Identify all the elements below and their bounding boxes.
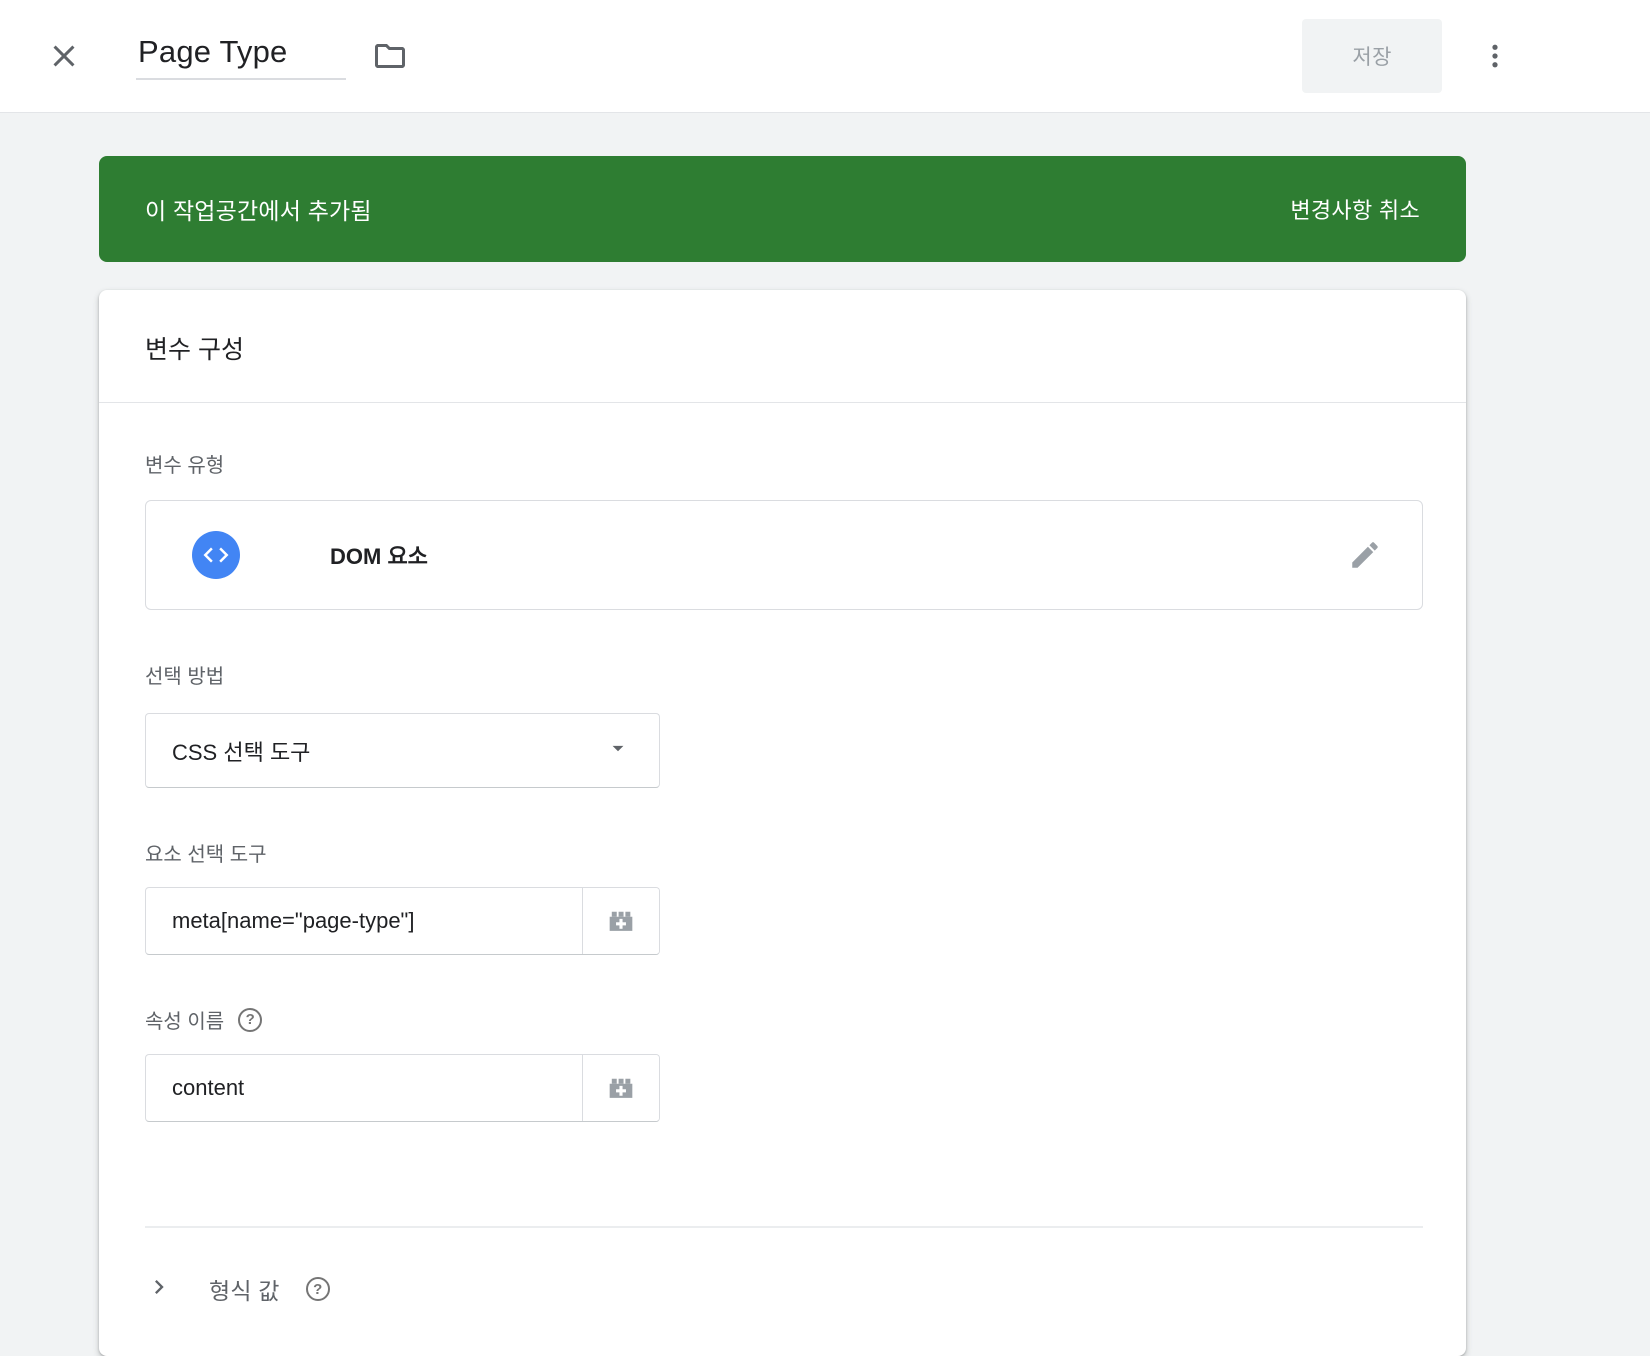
more-options-button[interactable]	[1474, 28, 1516, 84]
main-content: 이 작업공간에서 추가됨 변경사항 취소 변수 구성 변수 유형 DOM 요소	[99, 156, 1466, 1356]
format-value-label: 형식 값	[209, 1272, 280, 1306]
variable-name-field-wrap	[136, 32, 346, 80]
selection-method-value: CSS 선택 도구	[172, 735, 310, 767]
pencil-icon	[1348, 538, 1382, 572]
kebab-menu-icon	[1480, 34, 1510, 78]
edit-variable-type-button[interactable]	[1342, 532, 1388, 578]
variable-brick-plus-icon	[604, 1071, 638, 1105]
top-bar: 저장	[0, 0, 1650, 113]
workspace-status-banner: 이 작업공간에서 추가됨 변경사항 취소	[99, 156, 1466, 262]
selection-method-section: 선택 방법 CSS 선택 도구	[145, 660, 1423, 788]
variable-name-input[interactable]	[138, 34, 328, 70]
attribute-name-input[interactable]	[146, 1055, 582, 1121]
element-selector-field	[145, 887, 660, 955]
help-icon[interactable]: ?	[306, 1277, 330, 1301]
insert-variable-button[interactable]	[583, 1055, 659, 1121]
variable-type-value: DOM 요소	[330, 539, 1342, 571]
selection-method-dropdown[interactable]: CSS 선택 도구	[145, 713, 660, 788]
folder-button[interactable]	[366, 32, 414, 80]
discard-changes-button[interactable]: 변경사항 취소	[1286, 183, 1424, 235]
attribute-name-label: 속성 이름 ?	[145, 1005, 1423, 1034]
close-button[interactable]	[40, 32, 88, 80]
section-divider	[145, 1226, 1423, 1228]
card-title: 변수 구성	[145, 330, 1422, 366]
banner-message: 이 작업공간에서 추가됨	[145, 192, 372, 226]
attribute-name-label-text: 속성 이름	[145, 1005, 224, 1034]
variable-brick-plus-icon	[604, 904, 638, 938]
selection-method-label: 선택 방법	[145, 660, 1423, 689]
folder-icon	[372, 38, 408, 74]
save-button[interactable]: 저장	[1302, 19, 1442, 93]
element-selector-label: 요소 선택 도구	[145, 838, 1423, 867]
card-header: 변수 구성	[99, 290, 1466, 403]
insert-variable-button[interactable]	[583, 888, 659, 954]
element-selector-input[interactable]	[146, 888, 582, 954]
attribute-name-section: 속성 이름 ?	[145, 1005, 1423, 1122]
variable-configuration-card: 변수 구성 변수 유형 DOM 요소	[99, 290, 1466, 1356]
element-selector-section: 요소 선택 도구	[145, 838, 1423, 955]
variable-type-badge	[192, 531, 240, 579]
variable-type-selector[interactable]: DOM 요소	[145, 500, 1423, 610]
variable-type-section: 변수 유형 DOM 요소	[145, 449, 1423, 610]
close-icon	[46, 38, 82, 74]
chevron-right-icon	[145, 1273, 173, 1306]
help-icon[interactable]: ?	[238, 1008, 262, 1032]
format-value-expander[interactable]: 형식 값 ?	[145, 1268, 330, 1310]
chevron-down-icon	[605, 735, 631, 766]
card-body: 변수 유형 DOM 요소 선택	[99, 403, 1466, 1356]
code-brackets-icon	[201, 540, 231, 570]
attribute-name-field	[145, 1054, 660, 1122]
variable-type-label: 변수 유형	[145, 449, 1423, 478]
